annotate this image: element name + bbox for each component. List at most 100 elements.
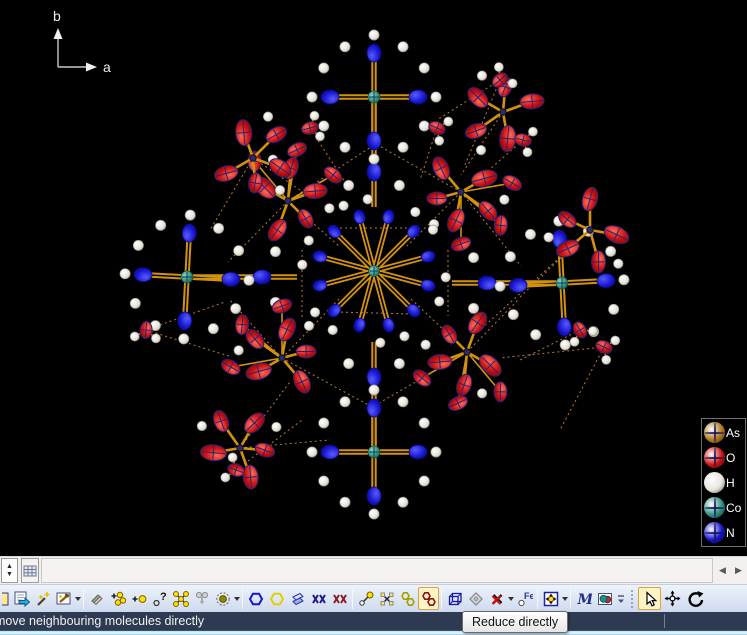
axis-b-label: b <box>53 8 61 24</box>
structure-viewport: b a As O H Co N <box>0 0 747 556</box>
legend-label: As <box>726 426 740 440</box>
cobalt-ammine-complex <box>307 30 441 207</box>
toolbar-separator <box>570 589 571 609</box>
toolbar-separator <box>537 589 538 609</box>
apply-properties-button[interactable] <box>11 587 32 610</box>
datasheet-button[interactable] <box>21 558 39 583</box>
status-bar: move neighbouring molecules directly <box>0 612 747 630</box>
horizontal-scroll-track[interactable] <box>41 558 713 583</box>
n-sphere-icon <box>704 522 725 543</box>
bottom-scroll-row: ▲▼ ◀ ▶ <box>0 556 747 584</box>
blue-hexagon-icon <box>248 591 264 607</box>
data-grid-icon <box>23 565 37 577</box>
scroll-left-button[interactable]: ◀ <box>715 559 730 582</box>
grow-bond-button[interactable] <box>355 587 376 610</box>
new-picture-button[interactable] <box>1 587 11 610</box>
o-sphere-icon <box>704 447 725 468</box>
polyhedra-yellow-button[interactable] <box>266 587 287 610</box>
erase-button[interactable] <box>86 587 107 610</box>
status-separator <box>664 614 665 628</box>
pan-square-icon <box>543 591 559 607</box>
add-atom-button[interactable] <box>128 587 149 610</box>
water-molecule <box>513 127 537 157</box>
hammer-frame-icon <box>56 591 72 607</box>
build-wand-button[interactable] <box>32 587 53 610</box>
move-molecules-dropdown[interactable] <box>561 587 568 610</box>
view-direction-button[interactable] <box>465 587 486 610</box>
fill-sphere-dropdown[interactable] <box>233 587 240 610</box>
add-atom-type-button[interactable]: Fe <box>514 587 535 610</box>
grow-bond-icon <box>358 591 374 607</box>
toolbar-overflow-button[interactable] <box>615 587 627 610</box>
toolbar-separator <box>352 589 353 609</box>
atom-question-icon: ? <box>152 591 168 607</box>
move-molecules-button[interactable] <box>540 587 561 610</box>
water-molecule <box>594 336 620 365</box>
m-letter-icon: M <box>576 591 592 607</box>
scroll-right-button[interactable]: ▶ <box>731 559 746 582</box>
connect-atoms-button[interactable] <box>170 587 191 610</box>
legend-item-co: Co <box>702 495 745 520</box>
status-message: move neighbouring molecules directly <box>0 612 747 630</box>
hexagon-pair-yellow-icon <box>400 591 416 607</box>
atom-query-button[interactable]: ? <box>149 587 170 610</box>
select-mode-button[interactable] <box>638 587 661 610</box>
polyhedra-blue-button[interactable] <box>245 587 266 610</box>
move-mode-button[interactable] <box>661 587 684 610</box>
spin-down-icon[interactable]: ▼ <box>6 571 13 579</box>
overflow-chevron-icon <box>616 593 626 605</box>
rotate-mode-button[interactable] <box>684 587 707 610</box>
build-tool-dropdown[interactable] <box>74 587 81 610</box>
destroy-blue-button[interactable] <box>308 587 329 610</box>
dropdown-caret-icon <box>508 597 514 601</box>
dropdown-caret-icon <box>75 597 81 601</box>
diamond-structure-window: b a As O H Co N <box>0 0 747 635</box>
fragment-disabled-button[interactable] <box>191 587 212 610</box>
legend-item-o: O <box>702 445 745 470</box>
water-molecule <box>427 117 453 146</box>
grow-rings-button[interactable] <box>397 587 418 610</box>
legend-label: Co <box>726 501 741 515</box>
central-star-complex <box>297 194 450 347</box>
add-atoms-button[interactable] <box>107 587 128 610</box>
remove-atom-type-dropdown[interactable] <box>507 587 514 610</box>
overlap-structures-button[interactable] <box>594 587 615 610</box>
rotate-arrow-icon <box>687 590 704 607</box>
grow-molecule-button[interactable] <box>376 587 397 610</box>
fe-atom-icon: Fe <box>517 591 533 607</box>
cursor-arrow-icon <box>642 591 658 607</box>
svg-text:?: ? <box>160 591 167 603</box>
spin-up-icon[interactable]: ▲ <box>6 563 13 571</box>
arrow-left-icon: ◀ <box>719 565 726 576</box>
toolbar-separator <box>441 589 442 609</box>
reduce-directly-button[interactable] <box>418 587 439 610</box>
magic-wand-icon <box>35 591 51 607</box>
fill-sphere-button[interactable] <box>212 587 233 610</box>
destroy-red-button[interactable] <box>329 587 350 610</box>
legend-item-n: N <box>702 520 745 545</box>
frame-spinner[interactable]: ▲▼ <box>1 558 18 583</box>
measure-button[interactable]: M <box>573 587 594 610</box>
toolbar-grip[interactable] <box>631 590 636 608</box>
diamond-axes-icon <box>468 591 484 607</box>
hexagon-pair-red-icon <box>421 591 437 607</box>
overlap-circles-icon <box>597 591 613 607</box>
remove-atom-type-button[interactable] <box>486 587 507 610</box>
axes-indicator: b a <box>40 4 130 84</box>
dropdown-caret-icon <box>562 597 568 601</box>
arsenate-cluster <box>427 154 524 253</box>
arsenate-cluster <box>197 408 281 490</box>
legend-item-h: H <box>702 470 745 495</box>
legend-label: H <box>726 476 735 490</box>
legend-label: O <box>726 451 735 465</box>
unit-cell-button[interactable] <box>444 587 465 610</box>
build-tool-button[interactable] <box>53 587 74 610</box>
svg-text:Fe: Fe <box>524 591 533 601</box>
move-four-way-icon <box>664 590 681 607</box>
fragment-gray-icon <box>194 591 210 607</box>
cobalt-ammine-complex <box>307 342 441 519</box>
structure-toolbar: ? <box>0 584 747 612</box>
new-picture-icon <box>2 591 10 607</box>
stack-packing-button[interactable] <box>287 587 308 610</box>
co-sphere-icon <box>704 497 725 518</box>
